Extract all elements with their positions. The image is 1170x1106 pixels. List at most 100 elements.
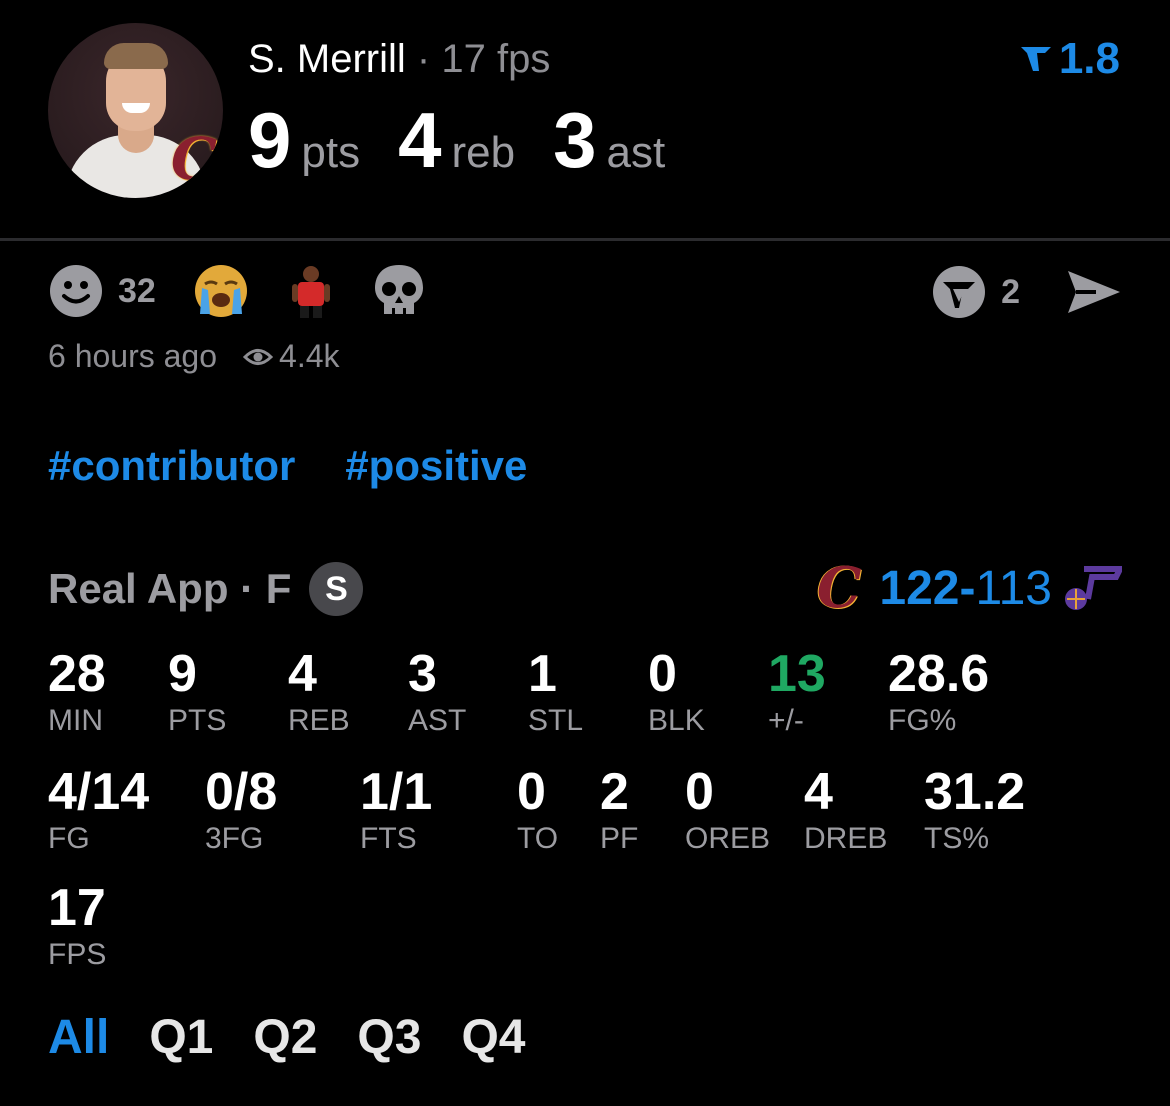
header-divider bbox=[0, 238, 1170, 241]
stat-value: 1/1 bbox=[360, 763, 433, 821]
stat-label: FTS bbox=[360, 822, 417, 855]
stat-reb: 4 REB bbox=[288, 646, 350, 738]
stat-value: 1 bbox=[528, 645, 557, 703]
hashtags: #contributor #positive bbox=[48, 442, 527, 490]
stat-oreb: 0 OREB bbox=[685, 764, 770, 856]
jazz-note-logo-icon bbox=[1065, 566, 1122, 610]
stat-label: OREB bbox=[685, 822, 771, 855]
name-separator: · bbox=[416, 37, 431, 81]
player-avatar[interactable]: C bbox=[48, 23, 223, 198]
rating-flag-icon bbox=[1020, 47, 1051, 71]
stat-dreb: 4 DREB bbox=[804, 764, 887, 856]
stat-label: 3FG bbox=[205, 822, 264, 855]
stat-label: PF bbox=[600, 822, 639, 855]
view-count-value: 4.4k bbox=[279, 338, 340, 374]
headline-reb-value: 4 bbox=[398, 96, 442, 184]
stat-value: 4/14 bbox=[48, 763, 150, 821]
stat-value: 4 bbox=[804, 763, 833, 821]
stat-value: 0/8 bbox=[205, 763, 278, 821]
game-source-label: Real App · F bbox=[48, 565, 292, 612]
view-count: 4.4k bbox=[243, 338, 340, 375]
stat-value: 28.6 bbox=[888, 645, 990, 703]
stat-label: BLK bbox=[648, 704, 705, 737]
share-actions: 2 bbox=[931, 264, 1122, 320]
skull-icon[interactable] bbox=[372, 262, 426, 320]
stat-label: DREB bbox=[804, 822, 888, 855]
game-score[interactable]: C 122-113 bbox=[817, 560, 1122, 616]
hashtag-contributor[interactable]: #contributor bbox=[48, 442, 295, 490]
stat-fg-pct: 28.6 FG% bbox=[888, 646, 989, 738]
headline-reb-label: reb bbox=[451, 128, 516, 177]
hashtag-positive[interactable]: #positive bbox=[345, 442, 527, 490]
stat-value: 9 bbox=[168, 645, 197, 703]
stat-label: +/- bbox=[768, 704, 804, 737]
stat-fg: 4/14 FG bbox=[48, 764, 149, 856]
headline-stats: 9 pts 4 reb 3 ast bbox=[248, 100, 703, 180]
stat-value: 28 bbox=[48, 645, 106, 703]
reactions-row: 32 bbox=[48, 263, 426, 319]
stat-label: FPS bbox=[48, 938, 107, 971]
s-badge: S bbox=[309, 562, 364, 616]
stat-to: 0 TO bbox=[517, 764, 558, 856]
stat-value: 3 bbox=[408, 645, 437, 703]
player-fps: 17 fps bbox=[441, 37, 551, 81]
stat-value: 4 bbox=[288, 645, 317, 703]
game-source: Real App · F S bbox=[48, 562, 364, 616]
stat-3fg: 0/8 3FG bbox=[205, 764, 277, 856]
home-score: 122 bbox=[879, 561, 960, 615]
score-dash: - bbox=[959, 561, 976, 615]
stat-value: 0 bbox=[517, 763, 546, 821]
player-name-line: S. Merrill · 17 fps bbox=[248, 36, 550, 82]
stat-value: 0 bbox=[648, 645, 677, 703]
headline-pts-value: 9 bbox=[248, 96, 292, 184]
stat-value: 17 bbox=[48, 879, 106, 937]
tab-q4[interactable]: Q4 bbox=[461, 1010, 525, 1065]
away-score: 113 bbox=[975, 561, 1052, 615]
avatar-hair bbox=[104, 43, 168, 69]
eye-icon bbox=[243, 348, 274, 365]
boost-count: 2 bbox=[1001, 272, 1020, 311]
stat-label: FG bbox=[48, 822, 90, 855]
stat-label: TO bbox=[517, 822, 559, 855]
stat-label: STL bbox=[528, 704, 584, 737]
stat-blk: 0 BLK bbox=[648, 646, 705, 738]
stat-ts-pct: 31.2 TS% bbox=[924, 764, 1025, 856]
post-time: 6 hours ago bbox=[48, 338, 218, 374]
cavaliers-logo-icon: C bbox=[816, 555, 862, 621]
stat-label: REB bbox=[288, 704, 350, 737]
smiley-count: 32 bbox=[118, 271, 156, 310]
stat-pts: 9 PTS bbox=[168, 646, 226, 738]
cavaliers-logo-icon: C bbox=[170, 125, 217, 193]
headline-pts-label: pts bbox=[301, 128, 361, 177]
headline-ast-label: ast bbox=[606, 128, 666, 177]
smiley-face-icon[interactable] bbox=[48, 263, 104, 319]
stat-value: 13 bbox=[768, 645, 826, 703]
rating-badge[interactable]: 1.8 bbox=[1019, 34, 1120, 84]
player-name[interactable]: S. Merrill bbox=[248, 37, 406, 81]
stat-label: AST bbox=[408, 704, 467, 737]
stat-fps: 17 FPS bbox=[48, 880, 106, 972]
stat-label: PTS bbox=[168, 704, 227, 737]
stat-value: 0 bbox=[685, 763, 714, 821]
stat-pf: 2 PF bbox=[600, 764, 638, 856]
stat-value: 31.2 bbox=[924, 763, 1026, 821]
stat-fts: 1/1 FTS bbox=[360, 764, 432, 856]
player-sticker-icon[interactable] bbox=[286, 262, 336, 320]
tab-q2[interactable]: Q2 bbox=[253, 1010, 317, 1065]
stat-ast: 3 AST bbox=[408, 646, 466, 738]
stat-min: 28 MIN bbox=[48, 646, 106, 738]
boost-badge-icon[interactable] bbox=[931, 264, 987, 320]
period-tabs: All Q1 Q2 Q3 Q4 bbox=[48, 1010, 525, 1065]
send-icon[interactable] bbox=[1066, 267, 1122, 317]
stat-label: TS% bbox=[924, 822, 990, 855]
stat-label: MIN bbox=[48, 704, 103, 737]
stat-value: 2 bbox=[600, 763, 629, 821]
tab-q3[interactable]: Q3 bbox=[357, 1010, 421, 1065]
stat-label: FG% bbox=[888, 704, 957, 737]
tab-q1[interactable]: Q1 bbox=[149, 1010, 213, 1065]
tab-all[interactable]: All bbox=[48, 1010, 109, 1065]
crying-face-icon[interactable] bbox=[192, 262, 250, 320]
post-meta: 6 hours ago 4.4k bbox=[48, 338, 340, 375]
headline-ast-value: 3 bbox=[553, 96, 597, 184]
stat-plus-minus: 13 +/- bbox=[768, 646, 826, 738]
